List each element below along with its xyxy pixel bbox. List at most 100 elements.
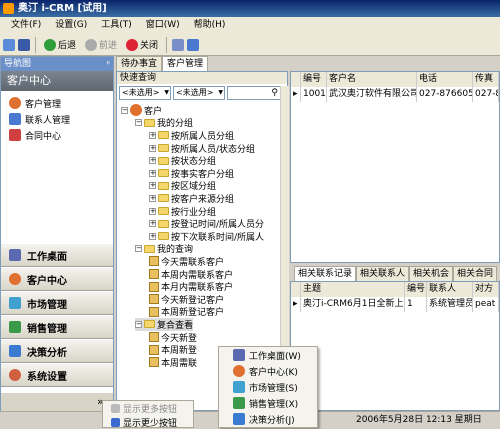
collapse-icon[interactable]: −	[135, 320, 142, 328]
tab-todo[interactable]: 待办事宜	[116, 56, 163, 71]
menu-file[interactable]: 文件(F)	[4, 17, 48, 34]
nav-more-chevron[interactable]: »	[1, 393, 113, 411]
expand-icon[interactable]: +	[149, 157, 156, 165]
pin-icon[interactable]: ᵖ	[107, 57, 110, 71]
folder-icon	[158, 232, 169, 241]
tree-node[interactable]: + 按下次联系时间/所属人	[149, 230, 264, 243]
tree-node-label: 复合查看	[157, 320, 194, 331]
column-header[interactable]: 主题	[301, 282, 405, 297]
folder-icon	[158, 219, 169, 228]
menu-window[interactable]: 窗口(W)	[139, 17, 187, 34]
forward-button[interactable]: 前进	[82, 36, 120, 54]
expand-icon[interactable]: +	[149, 207, 156, 215]
column-header[interactable]: 电话	[417, 72, 473, 87]
column-header[interactable]: 编号	[405, 282, 427, 297]
collapse-icon[interactable]: −	[135, 119, 142, 127]
tree-node[interactable]: + 按区域分组	[149, 180, 216, 192]
column-header[interactable]: 客户名	[327, 72, 417, 87]
sales-icon	[9, 321, 21, 333]
tab-related-contracts[interactable]: 相关合同	[453, 266, 498, 281]
expand-icon[interactable]: +	[149, 144, 156, 152]
menu-show-more-buttons[interactable]: 显示更多按钮	[103, 401, 193, 415]
tree-node[interactable]: 今天新登	[149, 331, 197, 344]
menu-item-label: 工作桌面(W)	[249, 351, 301, 362]
tree-node[interactable]: + 按行业分组	[149, 205, 216, 218]
expand-icon[interactable]: +	[149, 220, 156, 228]
tree-node[interactable]: 本周内需联系客户	[149, 268, 233, 281]
nav-item-customer-mgmt[interactable]: 客户管理	[1, 95, 113, 111]
collapse-icon[interactable]: −	[135, 245, 142, 253]
tree-node[interactable]: 本月内需联系客户	[149, 280, 233, 293]
window-icon[interactable]	[172, 38, 185, 51]
nav-button-desktop[interactable]: 工作桌面	[1, 243, 113, 267]
query-icon	[149, 256, 159, 267]
nav-button-marketing[interactable]: 市场管理	[1, 291, 113, 315]
tab-related-contacts[interactable]: 相关联系人	[356, 266, 410, 281]
column-header[interactable]: 传真	[473, 72, 499, 87]
menu-help[interactable]: 帮助(H)	[187, 17, 233, 34]
expand-icon[interactable]: +	[149, 232, 156, 240]
menu-item-label: 显示更少按钮	[123, 418, 178, 429]
gear-icon	[9, 369, 21, 381]
nav-button-settings[interactable]: 系统设置	[1, 363, 113, 387]
popup-item-sales[interactable]: 销售管理(X)	[219, 395, 317, 411]
nav-button-customer-center[interactable]: 客户中心	[1, 267, 113, 291]
desktop-icon	[233, 349, 245, 361]
column-header[interactable]: 编号	[301, 72, 327, 87]
back-button[interactable]: 后退	[41, 36, 79, 54]
tree-node[interactable]: + 按事实客户分组	[149, 167, 234, 180]
connect-icon[interactable]	[3, 38, 15, 51]
search-input[interactable]: ⚲	[227, 86, 281, 100]
expand-icon[interactable]: +	[149, 182, 156, 190]
tree-node[interactable]: 本周新登记客户	[149, 306, 225, 319]
tree-node[interactable]: 今天需联系客户	[149, 255, 224, 268]
tree-node[interactable]: − 我的查询	[135, 243, 193, 255]
nav-button-analysis[interactable]: 决策分析	[1, 339, 113, 363]
tree-node[interactable]: + 按状态分组	[149, 154, 216, 167]
tree-node[interactable]: + 按登记时间/所属人员分	[149, 217, 264, 230]
tree-node[interactable]: + 按所属人员/状态分组	[149, 142, 255, 155]
grid-header-row: 编号 客户名 电话 传真	[291, 72, 499, 87]
nav-button-sales[interactable]: 销售管理	[1, 315, 113, 339]
tree-node[interactable]: − 客户	[121, 104, 162, 117]
nav-item-contact-mgmt[interactable]: 联系人管理	[1, 111, 113, 127]
monitor-icon[interactable]	[187, 38, 200, 51]
tree-node[interactable]: 今天新登记客户	[149, 293, 224, 306]
tree-node[interactable]: + 按客户来源分组	[149, 192, 234, 205]
table-row[interactable]: ▸ 奥汀i-CRM6月1日全新上市 1 系统管理员 peat	[291, 297, 499, 312]
filter-select-1[interactable]: <未选用>	[119, 86, 171, 100]
nav-buttons: 工作桌面 客户中心 市场管理 销售管理 决策分析 系统设置	[1, 243, 113, 387]
popup-item-marketing[interactable]: 市场管理(S)	[219, 379, 317, 395]
expand-icon[interactable]: +	[149, 169, 156, 177]
tree-node[interactable]: − 复合查看	[135, 318, 194, 331]
tree-node-label: 本周新登记客户	[161, 308, 225, 319]
menu-show-fewer-buttons[interactable]: 显示更少按钮	[103, 415, 193, 429]
tree-node[interactable]: + 按所属人员分组	[149, 129, 234, 142]
nav-button-label: 市场管理	[27, 299, 67, 311]
expand-icon[interactable]: +	[149, 194, 156, 202]
tab-customer-mgmt[interactable]: 客户管理	[162, 56, 209, 71]
menu-tools[interactable]: 工具(T)	[94, 17, 139, 34]
column-header[interactable]: 联系人	[427, 282, 473, 297]
menu-item-label: 销售管理(X)	[249, 399, 299, 410]
grid-header-row: 主题 编号 联系人 对方	[291, 282, 499, 297]
expand-icon[interactable]: +	[149, 131, 156, 139]
collapse-icon[interactable]: −	[121, 106, 128, 114]
close-button[interactable]: 关闭	[123, 36, 161, 54]
tree-node[interactable]: 本周新登	[149, 343, 197, 356]
popup-item-desktop[interactable]: 工作桌面(W)	[219, 347, 317, 363]
table-cell: 027-87	[473, 87, 499, 102]
menu-settings[interactable]: 设置(G)	[48, 17, 94, 34]
tab-related-records[interactable]: 相关联系记录	[294, 266, 357, 281]
tree-node[interactable]: 本周需联	[149, 356, 197, 369]
popup-item-customer-center[interactable]: 客户中心(K)	[219, 363, 317, 379]
tab-related-opportunities[interactable]: 相关机会	[409, 266, 454, 281]
door-icon[interactable]	[18, 38, 30, 51]
popup-item-analysis[interactable]: 决策分析(J)	[219, 411, 317, 427]
title-bar: 奥汀 i-CRM [试用]	[0, 0, 500, 17]
filter-select-2[interactable]: <未选用>	[173, 86, 225, 100]
nav-item-contract-center[interactable]: 合同中心	[1, 127, 113, 143]
table-row[interactable]: ▸ 1001 武汉奥汀软件有限公司 027-87660580 027-87	[291, 87, 499, 102]
column-header[interactable]: 对方	[473, 282, 499, 297]
tree-node[interactable]: − 我的分组	[135, 117, 193, 129]
